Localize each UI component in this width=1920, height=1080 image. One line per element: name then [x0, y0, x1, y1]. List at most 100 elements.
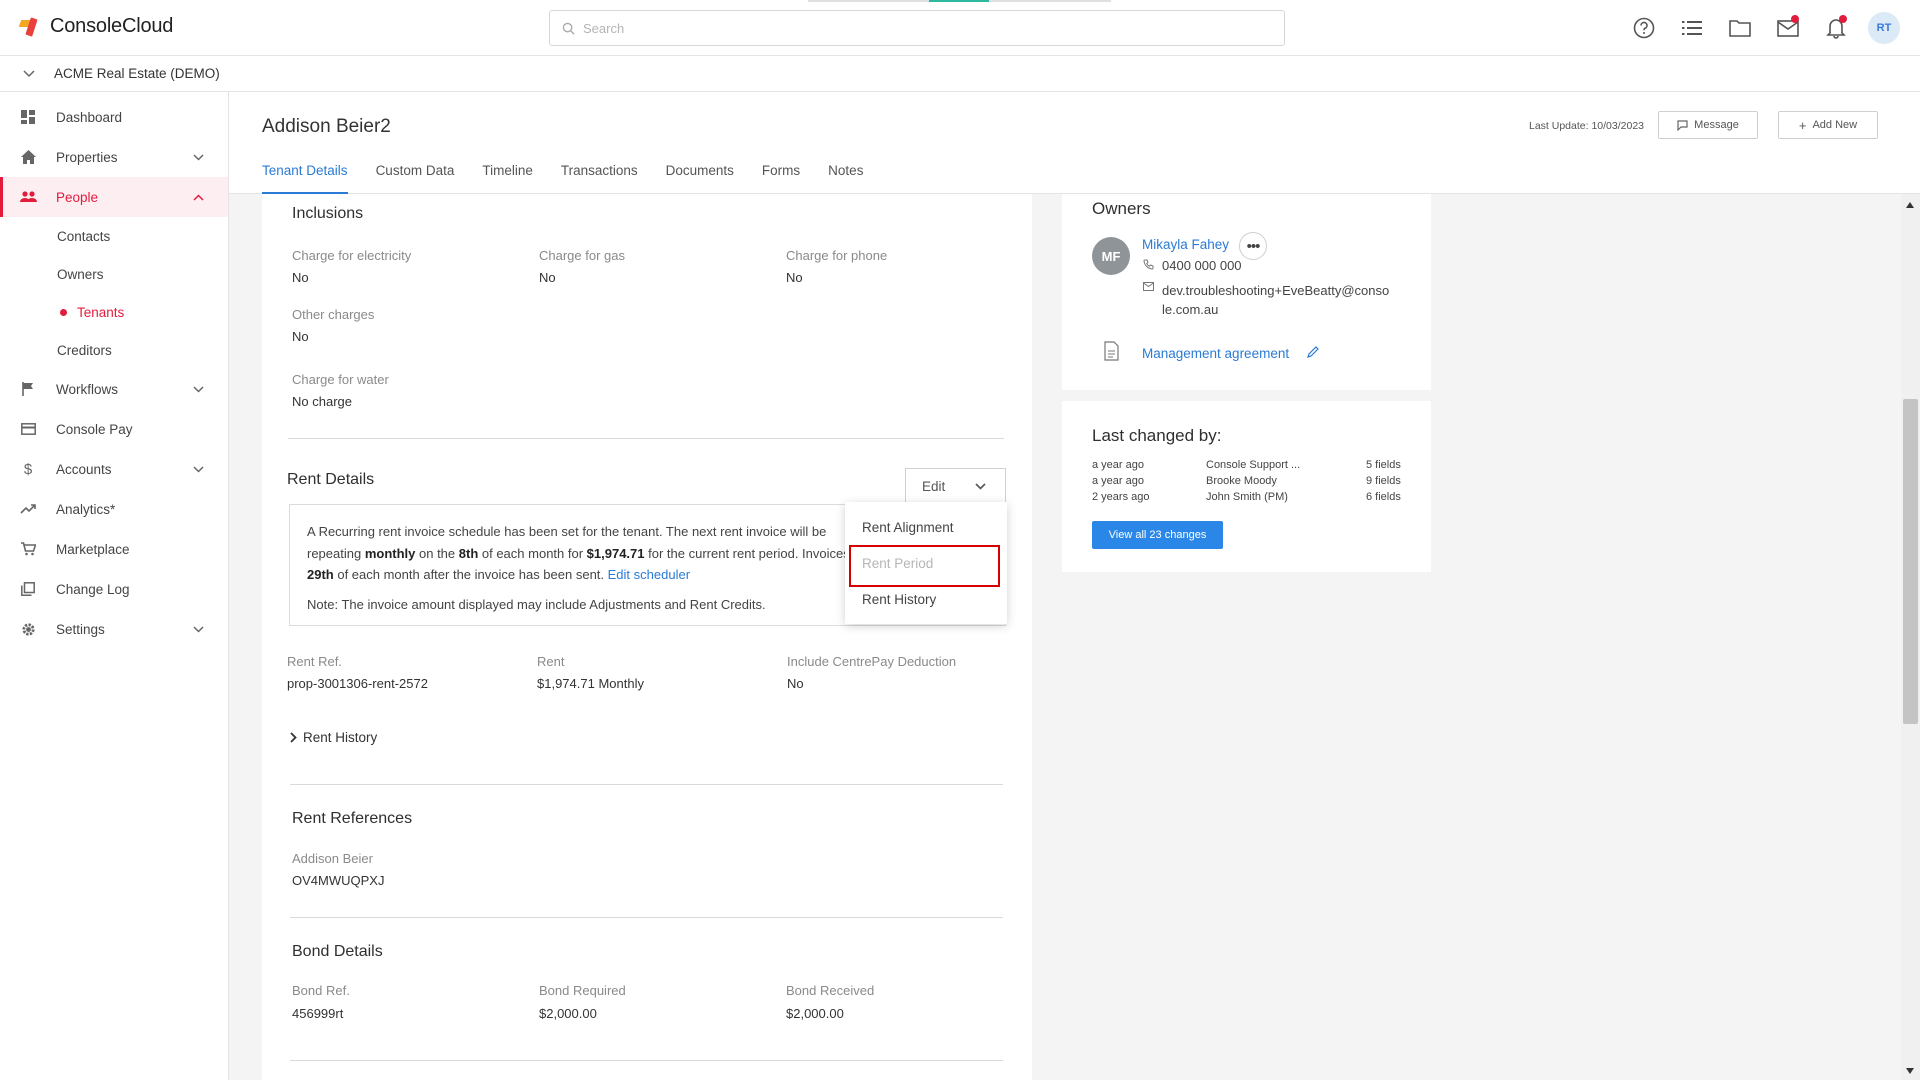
field-label: Rent	[537, 654, 565, 669]
scroll-up-arrow-icon[interactable]	[1906, 202, 1914, 208]
trending-up-icon	[20, 504, 36, 514]
scrollbar-thumb[interactable]	[1903, 399, 1918, 724]
sidebar-item-analytics[interactable]: Analytics*	[0, 489, 228, 529]
change-when: 2 years ago	[1092, 491, 1150, 503]
list-icon	[1682, 21, 1702, 35]
highlight-annotation	[849, 545, 1000, 587]
field-value: No	[292, 270, 309, 285]
rent-details-title: Rent Details	[287, 471, 375, 488]
chevron-down-icon	[975, 482, 986, 490]
field-label: Include CentrePay Deduction	[787, 654, 957, 669]
bond-details-title: Bond Details	[292, 943, 383, 960]
sidebar-item-marketplace[interactable]: Marketplace	[0, 529, 228, 569]
view-all-changes-button[interactable]: View all 23 changes	[1092, 521, 1223, 549]
field-label: Bond Required	[539, 983, 626, 998]
owner-email-line: le.com.au	[1162, 302, 1219, 317]
edit-scheduler-link[interactable]: Edit scheduler	[608, 567, 690, 582]
files-button[interactable]	[1716, 12, 1764, 44]
top-bar: ConsoleCloud RT	[0, 0, 1920, 56]
notifications-button[interactable]	[1812, 12, 1860, 44]
field-label: Charge for electricity	[292, 248, 412, 263]
user-avatar[interactable]: RT	[1868, 12, 1900, 44]
sidebar-item-workflows[interactable]: Workflows	[0, 369, 228, 409]
add-new-button[interactable]: + Add New	[1778, 111, 1878, 139]
tab-transactions[interactable]: Transactions	[561, 160, 638, 194]
edit-dropdown-button[interactable]: Edit	[905, 468, 1006, 504]
field-value: prop-3001306-rent-2572	[287, 676, 428, 691]
sidebar-item-accounts[interactable]: $ Accounts	[0, 449, 228, 489]
section-divider	[290, 917, 1003, 918]
change-who: Brooke Moody	[1206, 475, 1277, 487]
message-icon	[1677, 119, 1688, 131]
owner-name-link[interactable]: Mikayla Fahey	[1142, 237, 1229, 252]
tab-tenant-details[interactable]: Tenant Details	[262, 160, 348, 194]
sidebar-item-label: Marketplace	[56, 541, 130, 557]
search-icon	[562, 22, 575, 35]
app-logo[interactable]: ConsoleCloud	[18, 15, 174, 38]
sidebar-subitem-creditors[interactable]: Creditors	[0, 331, 228, 369]
menu-item-rent-alignment[interactable]: Rent Alignment	[845, 509, 1007, 545]
flag-icon	[22, 382, 33, 396]
change-when: a year ago	[1092, 475, 1144, 487]
field-value: No	[786, 270, 803, 285]
field-value: $2,000.00	[539, 1006, 597, 1021]
scroll-down-arrow-icon[interactable]	[1906, 1068, 1914, 1074]
tab-custom-data[interactable]: Custom Data	[376, 160, 455, 194]
tab-forms[interactable]: Forms	[762, 160, 800, 194]
tab-timeline[interactable]: Timeline	[482, 160, 533, 194]
scrollbar[interactable]	[1901, 194, 1920, 1080]
sidebar-item-console-pay[interactable]: Console Pay	[0, 409, 228, 449]
rent-references-title: Rent References	[292, 810, 413, 827]
owners-title: Owners	[1092, 199, 1151, 218]
sidebar-item-dashboard[interactable]: Dashboard	[0, 97, 228, 137]
last-changed-card: Last changed by: a year ago Console Supp…	[1062, 401, 1431, 572]
sidebar-item-change-log[interactable]: Change Log	[0, 569, 228, 609]
sidebar-item-label: Workflows	[56, 381, 119, 397]
notification-dot	[1839, 15, 1847, 23]
rent-history-toggle[interactable]: Rent History	[290, 730, 377, 745]
search-input[interactable]	[583, 20, 1263, 36]
tasks-button[interactable]	[1668, 12, 1716, 44]
search-box[interactable]	[549, 10, 1285, 46]
sidebar-item-label: Settings	[56, 621, 105, 637]
change-row: a year ago Brooke Moody 9 fields	[1092, 475, 1402, 491]
change-fields: 9 fields	[1366, 475, 1401, 487]
layers-icon	[21, 582, 35, 596]
sidebar-item-label: People	[56, 189, 99, 205]
logo-mark-icon	[18, 16, 44, 38]
sidebar-subitem-owners[interactable]: Owners	[0, 255, 228, 293]
rent-history-label: Rent History	[303, 730, 378, 745]
owner-phone: 0400 000 000	[1162, 258, 1242, 273]
messages-button[interactable]	[1764, 12, 1812, 44]
tab-notes[interactable]: Notes	[828, 160, 863, 194]
sidebar-item-settings[interactable]: Settings	[0, 609, 228, 649]
owner-email-line: dev.troubleshooting+EveBeatty@conso	[1162, 283, 1390, 298]
sidebar-item-people[interactable]: People	[0, 177, 228, 217]
management-agreement-link[interactable]: Management agreement	[1142, 346, 1289, 361]
sidebar-subitem-label: Owners	[57, 266, 104, 282]
owner-more-button[interactable]: •••	[1239, 232, 1267, 260]
app-name: ConsoleCloud	[50, 15, 174, 37]
message-button[interactable]: Message	[1658, 111, 1758, 139]
sidebar-item-properties[interactable]: Properties	[0, 137, 228, 177]
field-label: Charge for water	[292, 372, 389, 387]
section-divider	[290, 784, 1003, 785]
change-fields: 6 fields	[1366, 491, 1401, 503]
cart-icon	[20, 542, 36, 556]
phone-icon	[1143, 259, 1154, 270]
sidebar-item-label: Properties	[56, 149, 118, 165]
sidebar-subitem-contacts[interactable]: Contacts	[0, 217, 228, 255]
folder-icon	[1729, 20, 1751, 37]
pencil-icon[interactable]	[1306, 345, 1320, 359]
field-value: OV4MWUQPXJ	[292, 873, 385, 888]
field-value: $2,000.00	[786, 1006, 844, 1021]
card-icon	[20, 423, 36, 435]
org-switcher[interactable]: ACME Real Estate (DEMO)	[0, 56, 1920, 92]
tab-documents[interactable]: Documents	[666, 160, 734, 194]
sidebar-subitem-tenants[interactable]: Tenants	[0, 293, 228, 331]
field-label: Charge for phone	[786, 248, 888, 263]
help-icon	[1633, 17, 1655, 39]
help-button[interactable]	[1620, 12, 1668, 44]
field-value: $1,974.71 Monthly	[537, 676, 644, 691]
email-icon	[1143, 282, 1154, 291]
